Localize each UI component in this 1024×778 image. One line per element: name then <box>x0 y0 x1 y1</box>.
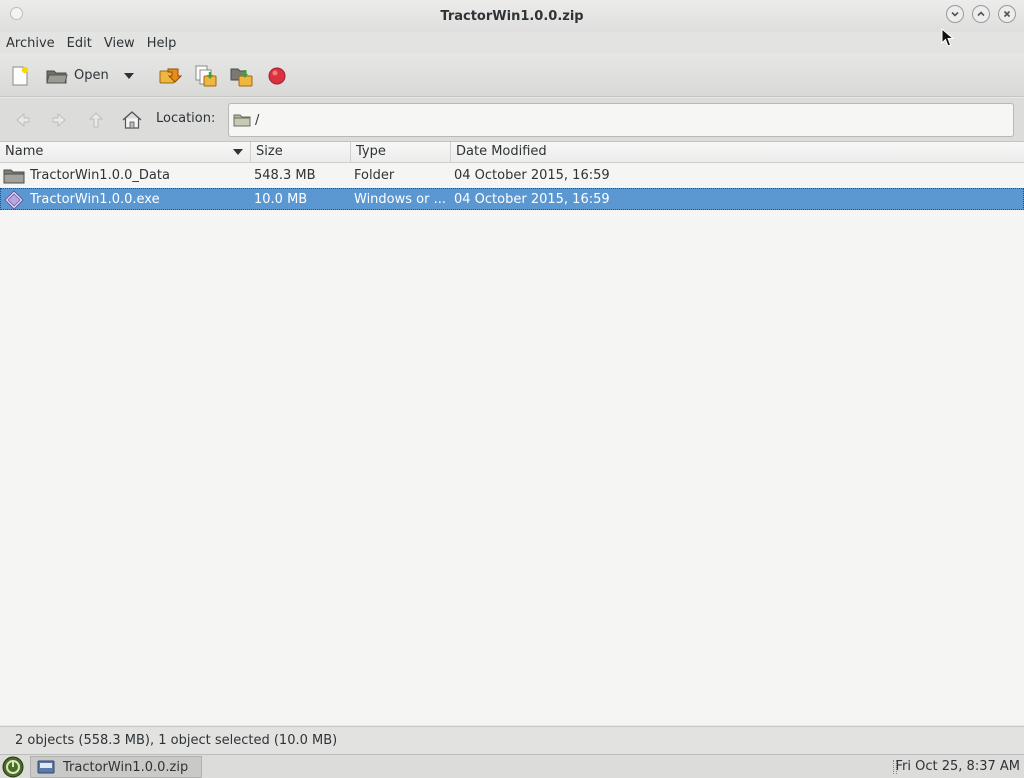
home-button[interactable] <box>120 108 144 132</box>
table-row[interactable]: TractorWin1.0.0_Data 548.3 MB Folder 04 … <box>0 164 1024 187</box>
executable-icon <box>4 190 24 210</box>
row-date-modified: 04 October 2015, 16:59 <box>454 192 610 207</box>
toolbar: Open <box>0 55 1024 97</box>
window-title: TractorWin1.0.0.zip <box>440 8 584 24</box>
title-bar: TractorWin1.0.0.zip <box>0 0 1024 32</box>
location-label: Location: <box>156 111 216 126</box>
home-icon <box>122 111 142 129</box>
row-name: TractorWin1.0.0.exe <box>30 192 160 207</box>
app-launcher-icon[interactable] <box>2 756 24 778</box>
new-document-icon <box>12 66 29 85</box>
arrow-up-icon <box>88 112 104 128</box>
up-button[interactable] <box>84 108 108 132</box>
column-header-size[interactable]: Size <box>251 142 351 163</box>
caret-down-icon <box>123 72 134 79</box>
close-button[interactable] <box>998 5 1016 23</box>
menu-archive[interactable]: Archive <box>0 36 61 51</box>
add-files-icon <box>195 65 217 86</box>
menu-help[interactable]: Help <box>141 36 183 51</box>
file-list: Name Size Type Date Modified TractorWin1… <box>0 142 1024 725</box>
extract-button[interactable] <box>157 60 183 92</box>
folder-icon <box>233 114 251 127</box>
menu-bar: Archive Edit View Help <box>0 32 1024 54</box>
chevron-down-icon <box>951 11 959 17</box>
open-dropdown-button[interactable] <box>119 60 139 92</box>
column-header-date-modified[interactable]: Date Modified <box>451 142 1024 163</box>
forward-button[interactable] <box>48 108 72 132</box>
taskbar-item-archive[interactable]: TractorWin1.0.0.zip <box>30 756 202 778</box>
close-icon <box>1003 10 1011 18</box>
add-folder-icon <box>230 68 253 86</box>
location-field[interactable] <box>228 103 1014 137</box>
row-name: TractorWin1.0.0_Data <box>30 168 170 183</box>
sort-descending-icon <box>233 149 243 155</box>
row-date-modified: 04 October 2015, 16:59 <box>454 168 610 183</box>
row-size: 548.3 MB <box>254 168 316 183</box>
column-header-type[interactable]: Type <box>351 142 451 163</box>
add-files-button[interactable] <box>193 60 219 92</box>
menu-edit[interactable]: Edit <box>61 36 98 51</box>
open-button-label: Open <box>74 68 109 83</box>
stop-button[interactable] <box>265 60 289 92</box>
column-header-name-label: Name <box>5 144 44 159</box>
open-button[interactable]: Open <box>46 60 109 92</box>
status-bar: 2 objects (558.3 MB), 1 object selected … <box>0 726 1024 754</box>
table-row[interactable]: TractorWin1.0.0.exe 10.0 MB Windows or .… <box>0 188 1024 210</box>
maximize-button[interactable] <box>972 5 990 23</box>
menu-view[interactable]: View <box>98 36 141 51</box>
window-menu-icon[interactable] <box>10 7 23 20</box>
new-archive-button[interactable] <box>8 60 32 92</box>
archive-manager-icon <box>37 760 55 774</box>
minimize-button[interactable] <box>946 5 964 23</box>
column-header-name[interactable]: Name <box>0 142 251 163</box>
back-button[interactable] <box>10 108 34 132</box>
arrow-right-icon <box>52 112 66 128</box>
taskbar: TractorWin1.0.0.zip Fri Oct 25, 8:37 AM <box>0 754 1024 778</box>
arrow-left-icon <box>16 112 30 128</box>
folder-icon <box>3 169 25 184</box>
open-folder-icon <box>46 70 68 83</box>
mouse-cursor-icon <box>941 28 955 47</box>
taskbar-item-label: TractorWin1.0.0.zip <box>63 759 189 775</box>
stop-icon <box>268 67 286 84</box>
add-folder-button[interactable] <box>229 60 255 92</box>
clock[interactable]: Fri Oct 25, 8:37 AM <box>896 755 1020 778</box>
status-text: 2 objects (558.3 MB), 1 object selected … <box>15 733 338 748</box>
chevron-up-icon <box>977 11 985 17</box>
row-type: Windows or ... <box>354 192 446 207</box>
row-size: 10.0 MB <box>254 192 308 207</box>
row-type: Folder <box>354 168 395 183</box>
extract-icon <box>159 68 182 83</box>
list-header: Name Size Type Date Modified <box>0 142 1024 163</box>
